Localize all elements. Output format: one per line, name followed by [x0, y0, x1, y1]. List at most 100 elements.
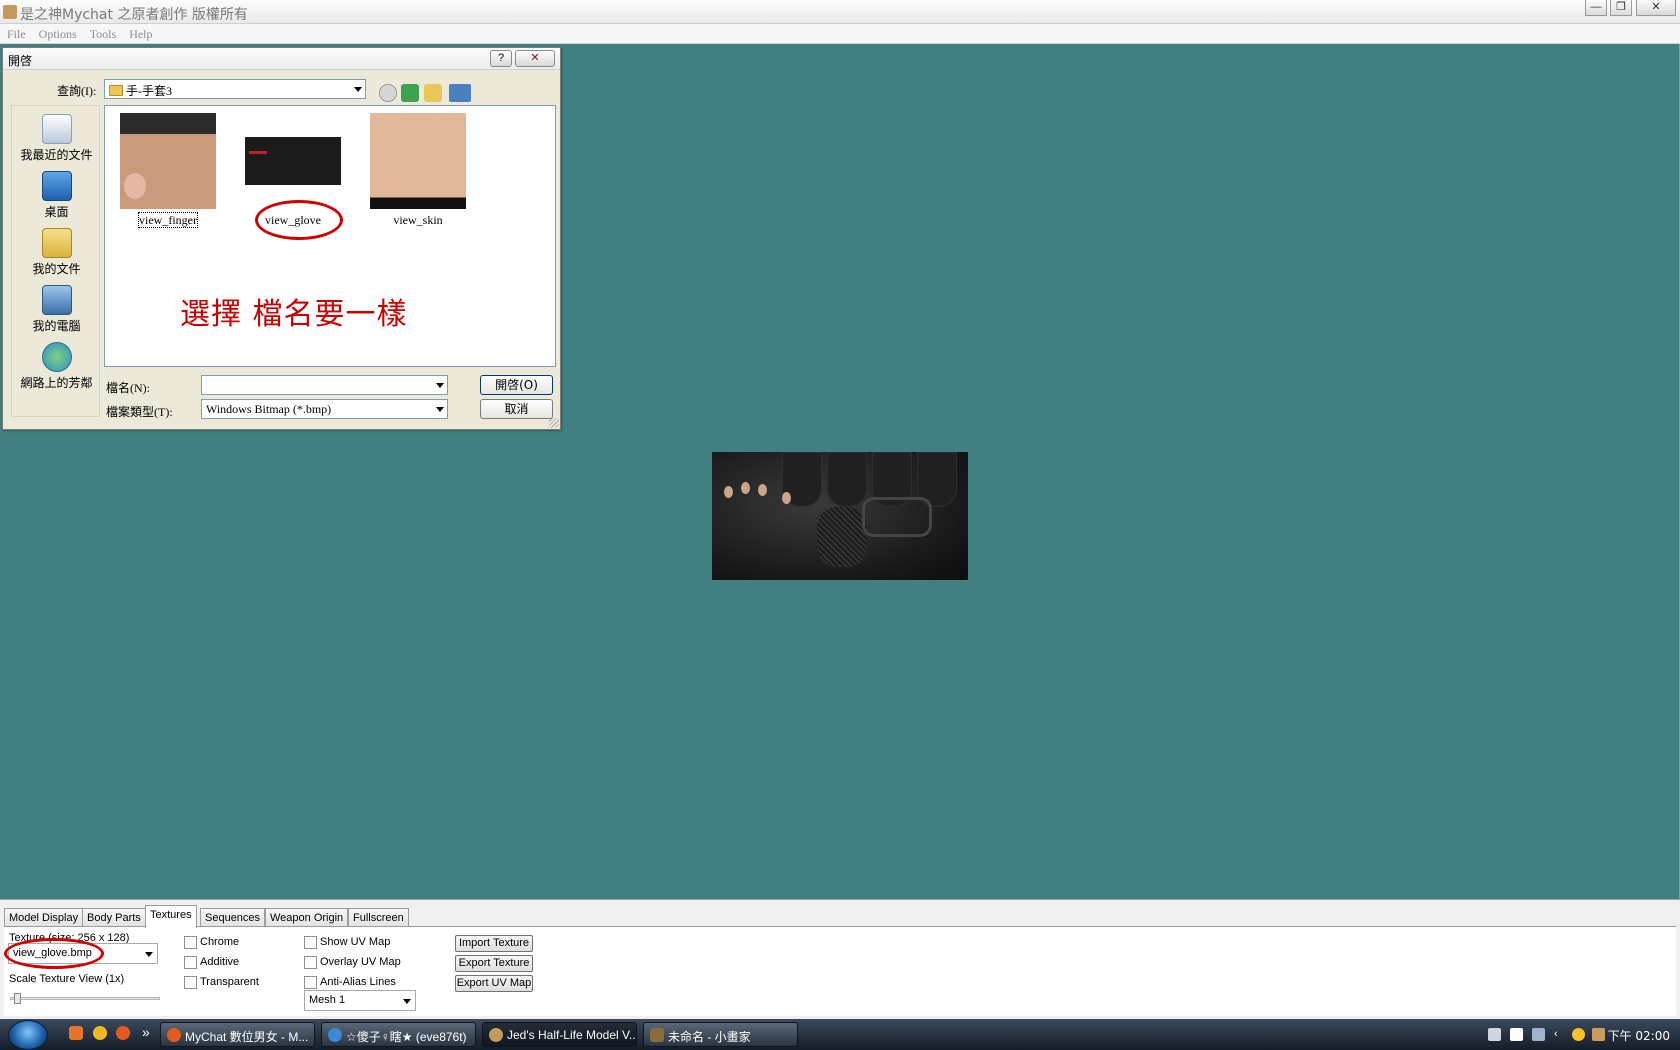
file-list[interactable]: view_finger view_glove view_skin 選擇 檔名要一…: [104, 105, 556, 367]
annotation-circle: [255, 200, 343, 240]
tab-textures[interactable]: Textures: [145, 905, 197, 928]
back-icon[interactable]: [379, 84, 397, 102]
file-name: view_finger: [138, 212, 198, 228]
filetype-label: 檔案類型(T):: [106, 405, 173, 419]
transparent-checkbox[interactable]: [184, 976, 197, 989]
lookin-combo[interactable]: 手-手套3: [104, 79, 366, 99]
additive-label: Additive: [200, 956, 240, 968]
glove-thumbnail: [245, 137, 341, 185]
menu-options[interactable]: Options: [32, 24, 83, 42]
place-label: 我的文件: [32, 262, 81, 276]
documents-folder-icon: [41, 228, 72, 258]
task-hlmv[interactable]: Jed's Half-Life Model V...: [482, 1022, 637, 1047]
cancel-button[interactable]: 取消: [480, 399, 553, 419]
overlay-uv-map-checkbox[interactable]: [304, 956, 317, 969]
place-computer[interactable]: 我的電腦: [12, 285, 101, 334]
place-label: 桌面: [44, 205, 69, 219]
menu-file[interactable]: File: [0, 24, 32, 42]
additive-checkbox[interactable]: [184, 956, 197, 969]
overlay-uv-map-label: Overlay UV Map: [320, 956, 401, 968]
firefox-icon[interactable]: [116, 1026, 130, 1040]
start-button[interactable]: [8, 1020, 48, 1050]
tab-body-parts[interactable]: Body Parts: [82, 908, 146, 927]
up-folder-icon[interactable]: [401, 84, 419, 102]
export-uv-map-button[interactable]: Export UV Map: [455, 975, 533, 992]
chevron-down-icon: [436, 383, 444, 388]
slider-thumb[interactable]: [14, 993, 21, 1004]
new-folder-icon[interactable]: [424, 84, 442, 102]
chrome-checkbox[interactable]: [184, 936, 197, 949]
annotation-text: 選擇 檔名要一樣: [180, 297, 408, 332]
app-window: 是之神Mychat 之原者創作 版權所有 — ❐ ✕ File Options To…: [0, 0, 1680, 1050]
network-icon[interactable]: [1532, 1028, 1545, 1041]
lookin-label: 查詢(I):: [57, 84, 97, 98]
dialog-close-button[interactable]: ✕: [515, 50, 555, 67]
place-network[interactable]: 網路上的芳鄰: [12, 342, 101, 391]
app-icon: [3, 5, 17, 19]
scale-slider[interactable]: [10, 993, 160, 1007]
file-item-view-skin[interactable]: view_skin: [363, 113, 473, 228]
chevron-down-icon: [403, 999, 411, 1004]
import-texture-button[interactable]: Import Texture: [455, 935, 533, 952]
task-paint[interactable]: 未命名 - 小畫家: [643, 1022, 798, 1047]
file-thumbnail: [245, 113, 341, 209]
task-mychat[interactable]: MyChat 數位男女 - M...: [160, 1022, 315, 1047]
file-thumbnail: [370, 113, 466, 209]
place-desktop[interactable]: 桌面: [12, 171, 101, 220]
open-file-dialog: 開啓 ? ✕ 查詢(I): 手-手套3 我最近的文件 桌面 我的文件 我的電腦 …: [2, 47, 561, 430]
transparent-label: Transparent: [200, 976, 259, 988]
ie-icon: [328, 1028, 342, 1042]
task-label: 未命名 - 小畫家: [668, 1030, 751, 1044]
glove-finger: [827, 452, 867, 507]
tray-app-icon[interactable]: [1592, 1028, 1605, 1041]
filename-input[interactable]: [201, 375, 448, 395]
mesh-select[interactable]: Mesh 1: [304, 990, 416, 1011]
smiley-icon[interactable]: [1572, 1028, 1585, 1041]
place-recent[interactable]: 我最近的文件: [12, 114, 101, 163]
open-button[interactable]: 開啓(O): [480, 375, 553, 395]
export-texture-button[interactable]: Export Texture: [455, 955, 533, 972]
window-title: 是之神Mychat 之原者創作 版權所有: [20, 7, 248, 23]
taskbar: » MyChat 數位男女 - M... ☆傻子♀瞎★ (eve876t) Je…: [0, 1019, 1680, 1050]
glove-vent: [862, 497, 932, 537]
close-button[interactable]: ✕: [1636, 0, 1676, 16]
quicklaunch-more[interactable]: »: [142, 1024, 150, 1040]
restore-button[interactable]: ❐: [1610, 0, 1632, 16]
show-uv-map-checkbox[interactable]: [304, 936, 317, 949]
task-messenger[interactable]: ☆傻子♀瞎★ (eve876t): [321, 1022, 476, 1047]
anti-alias-label: Anti-Alias Lines: [320, 976, 396, 988]
menu-tools[interactable]: Tools: [83, 24, 123, 42]
filetype-select[interactable]: Windows Bitmap (*.bmp): [201, 399, 448, 419]
view-menu-icon[interactable]: [449, 84, 471, 102]
file-thumbnail: [120, 113, 216, 209]
textures-tab-panel: Texture (size: 256 x 128) view_glove.bmp…: [4, 926, 1676, 1016]
tab-weapon-origin[interactable]: Weapon Origin: [265, 908, 349, 927]
folder-icon: [109, 85, 123, 96]
tab-model-display[interactable]: Model Display: [4, 908, 84, 927]
glove-logo-mark: [249, 151, 267, 154]
title-bar: 是之神Mychat 之原者創作 版權所有 — ❐ ✕: [0, 0, 1680, 24]
tab-sequences[interactable]: Sequences: [200, 908, 266, 927]
show-uv-map-label: Show UV Map: [320, 936, 391, 948]
anti-alias-checkbox[interactable]: [304, 976, 317, 989]
file-item-view-finger[interactable]: view_finger: [113, 113, 223, 228]
desktop-icon: [41, 171, 72, 201]
chevron-left-icon[interactable]: ‹: [1554, 1028, 1567, 1041]
menu-help[interactable]: Help: [122, 24, 158, 42]
filename-label: 檔名(N):: [106, 381, 150, 395]
paint-brush-icon: [650, 1028, 664, 1042]
resize-grip[interactable]: [549, 418, 559, 428]
help-icon[interactable]: [1510, 1028, 1523, 1041]
dialog-title: 開啓: [8, 54, 33, 68]
minimize-button[interactable]: —: [1585, 0, 1607, 16]
task-label: ☆傻子♀瞎★ (eve876t): [346, 1030, 467, 1044]
tab-fullscreen[interactable]: Fullscreen: [348, 908, 409, 927]
quicklaunch-icon[interactable]: [69, 1026, 83, 1040]
glove-texture-preview: [712, 452, 968, 580]
quicklaunch-icon[interactable]: [93, 1026, 107, 1040]
dialog-help-button[interactable]: ?: [490, 50, 512, 67]
slider-track: [10, 997, 160, 1000]
keyboard-icon[interactable]: [1488, 1028, 1501, 1041]
place-label: 網路上的芳鄰: [20, 376, 93, 390]
place-documents[interactable]: 我的文件: [12, 228, 101, 277]
